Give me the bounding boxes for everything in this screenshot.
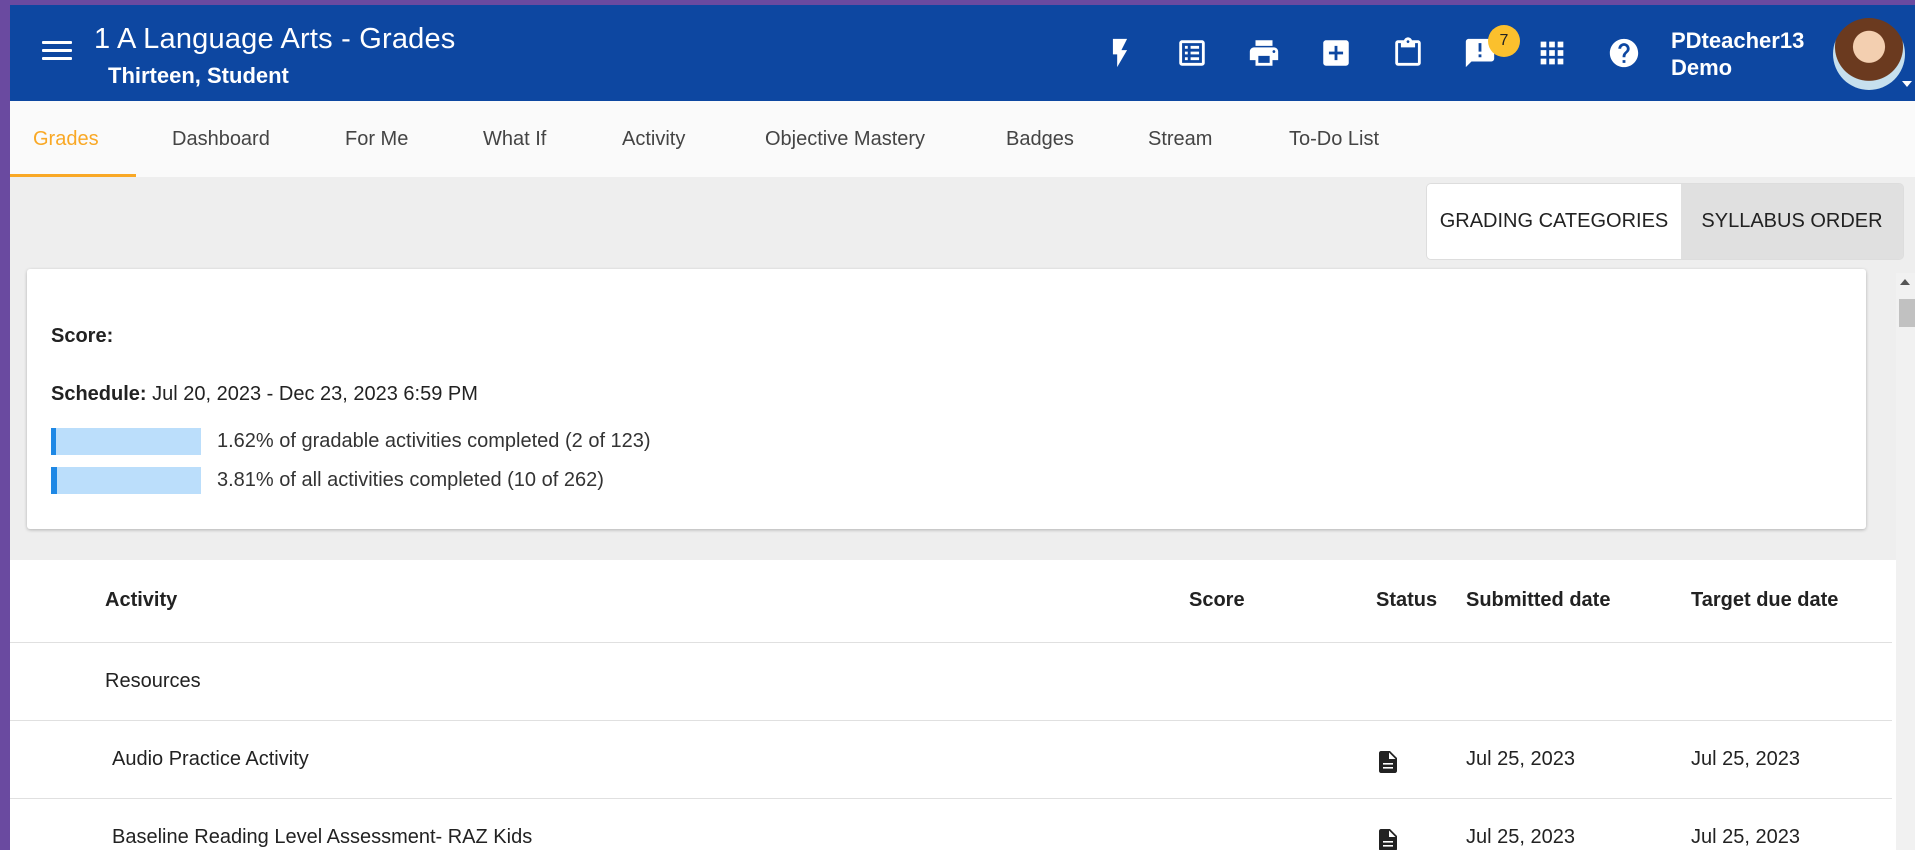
user-name[interactable]: PDteacher13 Demo: [1671, 27, 1804, 81]
clipboard-icon[interactable]: [1372, 25, 1444, 81]
tab-objective-mastery[interactable]: Objective Mastery: [765, 101, 925, 177]
submitted-date: Jul 25, 2023: [1466, 748, 1575, 770]
submitted-date: Jul 25, 2023: [1466, 826, 1575, 848]
all-progress: 3.81% of all activities completed (10 of…: [51, 467, 604, 494]
grading-categories-button[interactable]: GRADING CATEGORIES: [1427, 184, 1681, 259]
column-score[interactable]: Score: [1189, 589, 1245, 612]
tab-grades[interactable]: Grades: [33, 101, 99, 177]
view-toggle: GRADING CATEGORIES SYLLABUS ORDER: [1427, 184, 1903, 259]
apps-grid-icon[interactable]: [1516, 25, 1588, 81]
tab-bar: Grades Dashboard For Me What If Activity…: [10, 101, 1915, 177]
tab-for-me[interactable]: For Me: [345, 101, 408, 177]
vertical-scrollbar[interactable]: [1896, 273, 1915, 850]
table-header: Activity Score Status Submitted date Tar…: [10, 560, 1892, 643]
help-icon[interactable]: [1588, 25, 1660, 81]
syllabus-order-button[interactable]: SYLLABUS ORDER: [1681, 184, 1903, 259]
tab-what-if[interactable]: What If: [483, 101, 546, 177]
scroll-up-arrow-icon[interactable]: [1900, 279, 1910, 285]
activity-name[interactable]: Baseline Reading Level Assessment- RAZ K…: [112, 826, 532, 849]
table-row[interactable]: Baseline Reading Level Assessment- RAZ K…: [10, 799, 1892, 850]
caret-down-icon[interactable]: [1902, 81, 1912, 87]
tab-dashboard[interactable]: Dashboard: [172, 101, 270, 177]
target-due-date: Jul 25, 2023: [1691, 826, 1800, 848]
scroll-thumb[interactable]: [1899, 299, 1915, 327]
score-label: Score:: [51, 325, 114, 347]
all-progress-fill: [51, 467, 57, 494]
document-icon: [1379, 751, 1397, 773]
gradable-progress: 1.62% of gradable activities completed (…: [51, 428, 651, 455]
all-progress-bar: [51, 467, 201, 494]
app-header: 1 A Language Arts - Grades Thirteen, Stu…: [10, 5, 1915, 101]
print-icon[interactable]: [1228, 25, 1300, 81]
tab-activity[interactable]: Activity: [622, 101, 685, 177]
document-icon: [1379, 829, 1397, 850]
gradable-progress-fill: [51, 428, 56, 455]
app-window: 1 A Language Arts - Grades Thirteen, Stu…: [0, 0, 1915, 850]
tab-to-do-list[interactable]: To-Do List: [1289, 101, 1379, 177]
page-title: 1 A Language Arts - Grades: [94, 23, 456, 55]
column-activity[interactable]: Activity: [105, 589, 177, 612]
column-submitted-date[interactable]: Submitted date: [1466, 589, 1610, 612]
announcement-icon[interactable]: 7: [1444, 25, 1520, 81]
schedule-value: Jul 20, 2023 - Dec 23, 2023 6:59 PM: [146, 383, 478, 405]
checklist-icon[interactable]: [1156, 25, 1228, 81]
user-name-line2: Demo: [1671, 55, 1733, 80]
activity-name[interactable]: Audio Practice Activity: [112, 748, 309, 771]
schedule: Schedule: Jul 20, 2023 - Dec 23, 2023 6:…: [51, 383, 478, 406]
column-status[interactable]: Status: [1376, 589, 1437, 612]
header-toolbar: 7: [1084, 25, 1660, 81]
table-row[interactable]: Audio Practice Activity Jul 25, 2023 Jul…: [10, 721, 1892, 799]
hamburger-menu-icon[interactable]: [38, 36, 76, 68]
target-due-date: Jul 25, 2023: [1691, 748, 1800, 770]
all-progress-text: 3.81% of all activities completed (10 of…: [217, 469, 604, 491]
gradable-progress-bar: [51, 428, 201, 455]
activities-table: Activity Score Status Submitted date Tar…: [10, 560, 1892, 850]
flash-icon[interactable]: [1084, 25, 1156, 81]
gradable-progress-text: 1.62% of gradable activities completed (…: [217, 430, 651, 452]
tab-badges[interactable]: Badges: [1006, 101, 1074, 177]
section-row: Resources: [10, 643, 1892, 721]
student-name: Thirteen, Student: [108, 63, 289, 88]
tab-stream[interactable]: Stream: [1148, 101, 1212, 177]
user-name-line1: PDteacher13: [1671, 28, 1805, 53]
add-box-icon[interactable]: [1300, 25, 1372, 81]
schedule-label: Schedule:: [51, 383, 147, 405]
section-resources: Resources: [105, 670, 201, 692]
summary-card: Score: Schedule: Jul 20, 2023 - Dec 23, …: [27, 269, 1866, 529]
column-target-due-date[interactable]: Target due date: [1691, 589, 1838, 612]
avatar[interactable]: [1833, 18, 1905, 90]
